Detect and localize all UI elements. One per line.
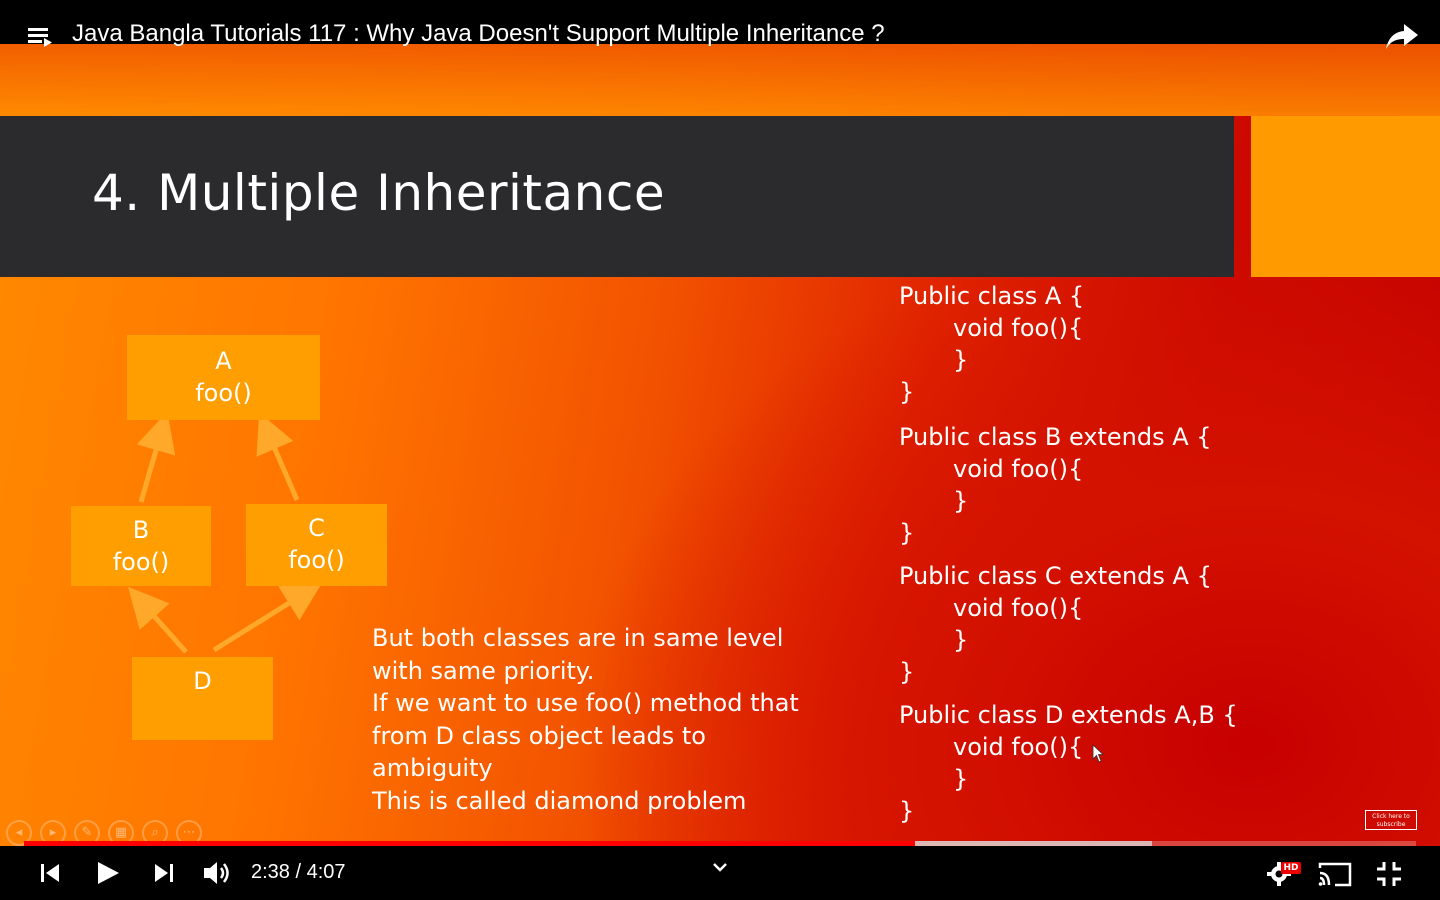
class-c-box: C foo() xyxy=(246,504,387,586)
previous-icon[interactable] xyxy=(38,861,62,885)
next-icon[interactable] xyxy=(152,861,176,885)
explanation-line: But both classes are in same level xyxy=(372,624,784,652)
mouse-cursor-icon xyxy=(1092,744,1104,763)
class-a-box: A foo() xyxy=(127,335,320,420)
code-line: } xyxy=(899,658,915,686)
explanation-line: from D class object leads to xyxy=(372,721,706,750)
class-b-method: foo() xyxy=(112,548,170,576)
code-line: void foo(){ xyxy=(953,455,1084,483)
cast-icon[interactable] xyxy=(1317,860,1353,888)
video-title[interactable]: Java Bangla Tutorials 117 : Why Java Doe… xyxy=(72,18,885,50)
video-title-bar: Java Bangla Tutorials 117 : Why Java Doe… xyxy=(0,0,1440,49)
hd-badge: HD xyxy=(1281,862,1301,874)
class-a-name: A xyxy=(215,347,232,375)
subscribe-badge[interactable]: Click here to subscribe xyxy=(1365,810,1417,830)
volume-icon[interactable] xyxy=(202,859,234,887)
arrow-d-to-b xyxy=(128,586,188,654)
video-frame[interactable]: 4. Multiple Inheritance A foo() B foo() … xyxy=(0,44,1440,856)
explanation-line: This is called diamond problem xyxy=(372,786,747,815)
code-line: } xyxy=(953,626,969,654)
explanation-line: with same priority. xyxy=(372,656,595,685)
player-controls: 2:38 / 4:07 HD xyxy=(0,846,1440,900)
code-line: } xyxy=(899,378,915,406)
code-line: Public class C extends A { xyxy=(899,562,1212,590)
share-icon[interactable] xyxy=(1384,20,1420,52)
class-d-name: D xyxy=(193,667,212,695)
class-b-box: B foo() xyxy=(71,506,211,586)
time-display: 2:38 / 4:07 xyxy=(251,861,346,883)
code-line: Public class D extends A,B { xyxy=(899,701,1238,729)
exit-fullscreen-icon[interactable] xyxy=(1375,860,1403,888)
code-line: void foo(){ xyxy=(953,733,1084,761)
chevron-down-icon[interactable] xyxy=(711,862,729,874)
arrow-c-to-a xyxy=(256,412,300,501)
code-line: } xyxy=(953,346,969,374)
play-icon[interactable] xyxy=(95,860,121,886)
explanation-line: If we want to use foo() method that xyxy=(372,689,799,717)
class-b-name: B xyxy=(132,516,150,544)
class-d-box: D xyxy=(132,657,273,740)
class-a-method: foo() xyxy=(195,379,252,407)
explanation-text: But both classes are in same level with … xyxy=(372,622,852,817)
arrow-b-to-a xyxy=(136,411,176,503)
code-line: } xyxy=(899,519,915,547)
code-line: } xyxy=(953,765,969,793)
code-line: } xyxy=(953,487,969,515)
arrow-d-to-c xyxy=(212,582,323,653)
code-line: void foo(){ xyxy=(953,594,1084,622)
class-c-name: C xyxy=(308,514,325,542)
class-c-method: foo() xyxy=(288,546,345,574)
code-line: } xyxy=(899,797,915,825)
code-line: Public class A { xyxy=(899,282,1085,310)
playlist-menu-icon[interactable] xyxy=(26,24,54,48)
code-line: Public class B extends A { xyxy=(899,423,1212,451)
code-line: void foo(){ xyxy=(953,314,1084,342)
code-listing: Public class A { void foo(){ } } Public … xyxy=(899,280,1238,827)
explanation-line: ambiguity xyxy=(372,754,493,782)
